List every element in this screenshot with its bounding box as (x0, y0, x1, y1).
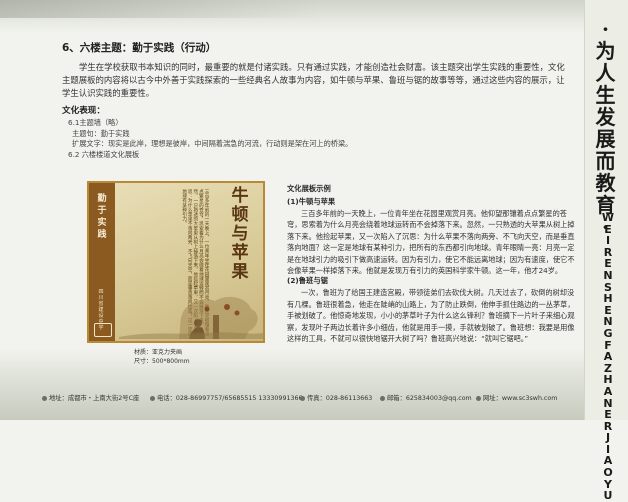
story1-text: 三百多年前的一天晚上，一位青年坐在花园里观赏月亮。他仰望那镶着点点繁星的苍穹，思… (287, 209, 575, 276)
board-side-title-char: 于 (97, 206, 107, 216)
newton-tree-illustration (119, 296, 263, 339)
phone-icon (150, 395, 155, 401)
location-icon (42, 395, 47, 401)
side-vertical-pinyin: WEIRENSHENGFAZHANERJIAOYU (598, 212, 618, 502)
footer-address: 地址：成都市・上南大街2号C座 (42, 393, 139, 405)
board-side-title-char: 践 (97, 230, 107, 240)
board-headline-char: 苹 (231, 243, 249, 263)
board-side-title-char: 实 (97, 218, 107, 228)
side-title-char: 教 (595, 171, 617, 195)
side-vertical-title: · 为人生发展而教育 · (586, 18, 626, 238)
story2-title: (2)鲁班与锯 (287, 276, 328, 286)
side-pinyin-letter: A (603, 454, 613, 468)
side-pinyin-letter: R (603, 419, 613, 433)
board-side-title: 勤于实践 (93, 193, 111, 241)
side-pinyin-letter: A (603, 384, 613, 398)
board-spec-caption: 材质：亚克力夹画 尺寸：500*800mm (134, 349, 254, 366)
culture-label: 文化表现： (62, 106, 105, 116)
side-pinyin-letter: N (603, 268, 613, 282)
side-title-char: 为 (595, 39, 617, 63)
side-pinyin-letter: H (603, 292, 613, 306)
item-theme-wall: 6.1主题墙（略） (68, 118, 123, 127)
story2-text: 一次，鲁班为了给国王建造宫殿，带领徒弟们去砍伐大树。几天过去了，砍倒的树却没有几… (287, 288, 575, 344)
side-title-char: 而 (595, 149, 617, 173)
board-example: 文化展板示例 (1)牛顿与苹果 三百多年前的一天晚上，一位青年坐在花园里观赏月亮… (287, 184, 577, 344)
size-spec: 尺寸：500*800mm (134, 357, 190, 365)
side-pinyin-letter: I (605, 442, 611, 456)
side-pinyin-letter: U (603, 489, 613, 502)
mail-icon (380, 395, 385, 401)
footer-phone: 电话：028-86997757/65685515 13330991366 (150, 393, 302, 405)
side-title-char: · (602, 17, 610, 41)
side-pinyin-letter: A (603, 350, 613, 364)
school-logo-icon (94, 323, 112, 337)
side-title-char: 发 (595, 105, 617, 129)
side-title-char: 生 (595, 83, 617, 107)
display-board-image: 勤于实践 四川省建设中学 三百多年前的一天晚上，一位青年坐在花园里观赏月亮。他仰… (87, 181, 265, 343)
item-theme-sentence: 主题句：勤于实践 (72, 128, 130, 138)
item-corridor-board: 6.2 六楼楼道文化展板 (68, 149, 140, 159)
board-headline-char: 与 (231, 224, 249, 244)
side-pinyin-letter: O (603, 466, 613, 480)
side-pinyin-letter: Y (604, 477, 612, 491)
fax-icon (300, 395, 305, 401)
contact-footer: 地址：成都市・上南大街2号C座 电话：028-86997757/65685515… (42, 393, 582, 405)
footer-email: 邮箱：625834003@qq.com (380, 393, 472, 405)
bottom-decor-band (0, 348, 628, 420)
board-headline-char: 顿 (231, 205, 249, 225)
side-title-char: 展 (595, 127, 617, 151)
globe-icon (476, 395, 481, 401)
top-decor-band (0, 0, 628, 34)
footer-website[interactable]: 网址：www.sc3swh.com (476, 393, 557, 405)
item-extended-text: 扩展文字：现实是此岸，理想是彼岸，中间隔着湍急的河流，行动则是架在河上的桥梁。 (72, 139, 353, 148)
side-pinyin-letter: G (603, 326, 613, 340)
side-pinyin-letter: E (604, 408, 612, 422)
side-pinyin-letter: W (601, 211, 615, 224)
side-title-char: 人 (595, 61, 617, 85)
board-headline-char: 牛 (231, 186, 249, 206)
story1-title: (1)牛顿与苹果 (287, 197, 336, 206)
section-title: 6、六楼主题：勤于实践（行动） (62, 42, 217, 54)
example-title: 文化展板示例 (287, 184, 331, 193)
footer-fax: 传真：028-86113663 (300, 393, 372, 405)
board-headline-char: 果 (231, 262, 249, 282)
section-intro: 学生在学校获取书本知识的同时，最重要的就是付诸实践。只有通过实践，才能创造社会财… (62, 62, 565, 98)
board-headline: 牛顿与苹果 (215, 186, 263, 297)
board-side-title-char: 勤 (97, 194, 107, 204)
section-content: 6、六楼主题：勤于实践（行动） 学生在学校获取书本知识的同时，最重要的就是付诸实… (62, 40, 572, 160)
side-pinyin-letter: J (605, 431, 611, 445)
material-spec: 材质：亚克力夹画 (134, 349, 183, 356)
